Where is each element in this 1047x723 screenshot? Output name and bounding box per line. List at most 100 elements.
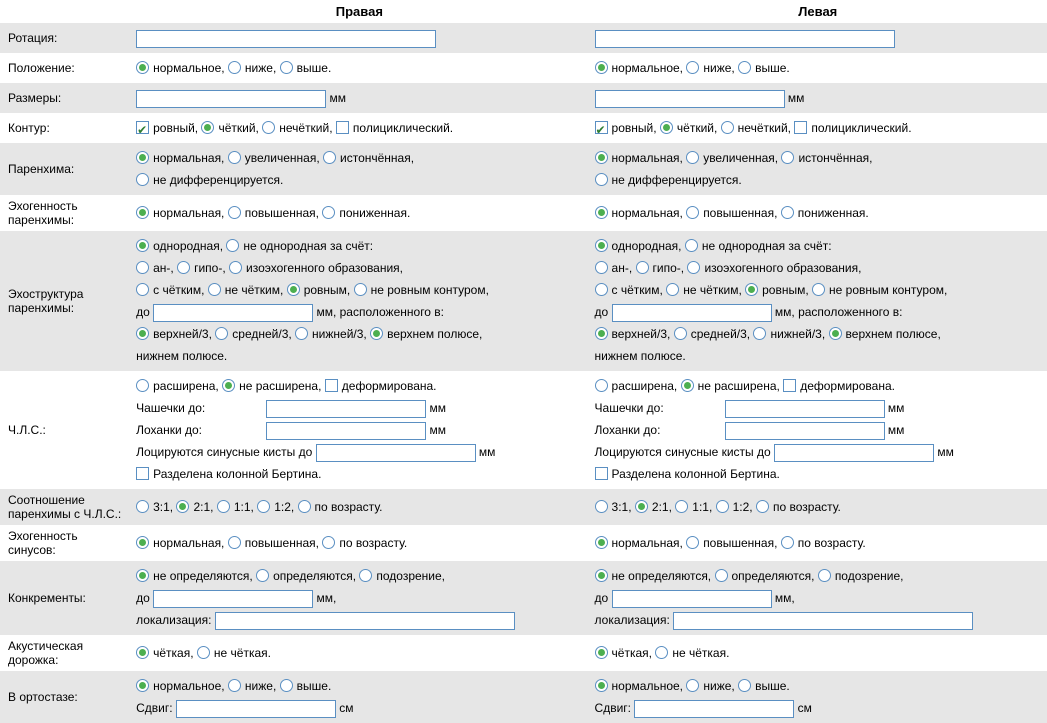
- radio-icon[interactable]: [781, 206, 794, 219]
- radio-icon[interactable]: [686, 536, 699, 549]
- text-input[interactable]: [266, 400, 426, 418]
- radio-option[interactable]: гипо-,: [636, 261, 685, 275]
- radio-icon[interactable]: [228, 206, 241, 219]
- radio-icon[interactable]: [829, 327, 842, 340]
- radio-option[interactable]: нечёткий,: [721, 121, 791, 135]
- radio-icon[interactable]: [257, 500, 270, 513]
- radio-option[interactable]: по возрасту.: [756, 500, 841, 514]
- radio-icon[interactable]: [136, 173, 149, 186]
- radio-option[interactable]: ниже,: [228, 679, 276, 693]
- radio-option[interactable]: не определяются,: [595, 569, 712, 583]
- radio-option[interactable]: ан-,: [595, 261, 633, 275]
- radio-icon[interactable]: [595, 327, 608, 340]
- radio-icon[interactable]: [595, 151, 608, 164]
- radio-option[interactable]: определяются,: [715, 569, 815, 583]
- radio-option[interactable]: не однородная за счёт:: [226, 239, 373, 253]
- radio-option[interactable]: выше.: [280, 61, 332, 75]
- radio-option[interactable]: не дифференцируется.: [595, 173, 742, 187]
- radio-option[interactable]: ниже,: [686, 61, 734, 75]
- radio-icon[interactable]: [756, 500, 769, 513]
- radio-option[interactable]: нормальная,: [136, 151, 224, 165]
- radio-icon[interactable]: [745, 283, 758, 296]
- radio-icon[interactable]: [738, 61, 751, 74]
- radio-option[interactable]: увеличенная,: [686, 151, 778, 165]
- text-input[interactable]: [595, 30, 895, 48]
- radio-icon[interactable]: [781, 151, 794, 164]
- radio-icon[interactable]: [215, 327, 228, 340]
- radio-option[interactable]: выше.: [738, 61, 790, 75]
- radio-option[interactable]: ровным,: [745, 283, 809, 297]
- radio-option[interactable]: однородная,: [595, 239, 682, 253]
- radio-option[interactable]: подозрение,: [818, 569, 904, 583]
- radio-icon[interactable]: [686, 151, 699, 164]
- radio-icon[interactable]: [262, 121, 275, 134]
- radio-option[interactable]: не однородная за счёт:: [685, 239, 832, 253]
- radio-option[interactable]: выше.: [280, 679, 332, 693]
- text-input[interactable]: [153, 590, 313, 608]
- radio-option[interactable]: 3:1,: [595, 500, 632, 514]
- radio-option[interactable]: 1:2,: [257, 500, 294, 514]
- radio-option[interactable]: не чётким,: [208, 283, 284, 297]
- cb-icon[interactable]: [336, 121, 349, 134]
- radio-icon[interactable]: [660, 121, 673, 134]
- radio-option[interactable]: повышенная,: [228, 206, 319, 220]
- radio-icon[interactable]: [280, 61, 293, 74]
- text-input[interactable]: [725, 422, 885, 440]
- radio-option[interactable]: нормальное,: [136, 61, 224, 75]
- text-input[interactable]: [136, 90, 326, 108]
- radio-option[interactable]: определяются,: [256, 569, 356, 583]
- radio-option[interactable]: не чёткая.: [197, 646, 271, 660]
- radio-option[interactable]: средней/3,: [215, 327, 291, 341]
- text-input[interactable]: [266, 422, 426, 440]
- cb-option[interactable]: ровный,: [136, 121, 198, 135]
- radio-option[interactable]: ровным,: [287, 283, 351, 297]
- radio-icon[interactable]: [687, 261, 700, 274]
- radio-icon[interactable]: [136, 261, 149, 274]
- radio-option[interactable]: по возрасту.: [298, 500, 383, 514]
- radio-option[interactable]: нижней/3,: [753, 327, 825, 341]
- radio-option[interactable]: средней/3,: [674, 327, 750, 341]
- radio-option[interactable]: однородная,: [136, 239, 223, 253]
- radio-icon[interactable]: [176, 500, 189, 513]
- radio-icon[interactable]: [686, 206, 699, 219]
- cb-option[interactable]: полициклический.: [794, 121, 911, 135]
- radio-icon[interactable]: [595, 500, 608, 513]
- radio-option[interactable]: 3:1,: [136, 500, 173, 514]
- text-input[interactable]: [595, 90, 785, 108]
- radio-option[interactable]: нечёткий,: [262, 121, 332, 135]
- radio-icon[interactable]: [753, 327, 766, 340]
- radio-icon[interactable]: [322, 536, 335, 549]
- radio-icon[interactable]: [595, 569, 608, 582]
- radio-option[interactable]: ан-,: [136, 261, 174, 275]
- cb-option[interactable]: деформирована.: [783, 379, 895, 393]
- radio-icon[interactable]: [217, 500, 230, 513]
- radio-icon[interactable]: [781, 536, 794, 549]
- radio-option[interactable]: нормальное,: [595, 679, 683, 693]
- radio-icon[interactable]: [177, 261, 190, 274]
- radio-option[interactable]: 2:1,: [635, 500, 672, 514]
- radio-icon[interactable]: [686, 61, 699, 74]
- text-input[interactable]: [634, 700, 794, 718]
- radio-option[interactable]: изоэхогенного образования,: [687, 261, 861, 275]
- radio-option[interactable]: расширена,: [595, 379, 678, 393]
- radio-option[interactable]: 2:1,: [176, 500, 213, 514]
- radio-option[interactable]: нормальная,: [136, 206, 224, 220]
- radio-icon[interactable]: [716, 500, 729, 513]
- cb-icon[interactable]: [136, 121, 149, 134]
- radio-icon[interactable]: [201, 121, 214, 134]
- radio-icon[interactable]: [136, 536, 149, 549]
- radio-option[interactable]: ниже,: [686, 679, 734, 693]
- radio-option[interactable]: не ровным контуром,: [812, 283, 947, 297]
- radio-option[interactable]: повышенная,: [228, 536, 319, 550]
- radio-icon[interactable]: [595, 173, 608, 186]
- text-input[interactable]: [136, 30, 436, 48]
- radio-option[interactable]: по возрасту.: [781, 536, 866, 550]
- text-input[interactable]: [612, 590, 772, 608]
- radio-option[interactable]: чёткий,: [201, 121, 258, 135]
- radio-option[interactable]: ниже,: [228, 61, 276, 75]
- cb-option[interactable]: Разделена колонной Бертина.: [595, 467, 780, 481]
- radio-icon[interactable]: [322, 206, 335, 219]
- radio-icon[interactable]: [666, 283, 679, 296]
- radio-option[interactable]: повышенная,: [686, 206, 777, 220]
- radio-option[interactable]: подозрение,: [359, 569, 445, 583]
